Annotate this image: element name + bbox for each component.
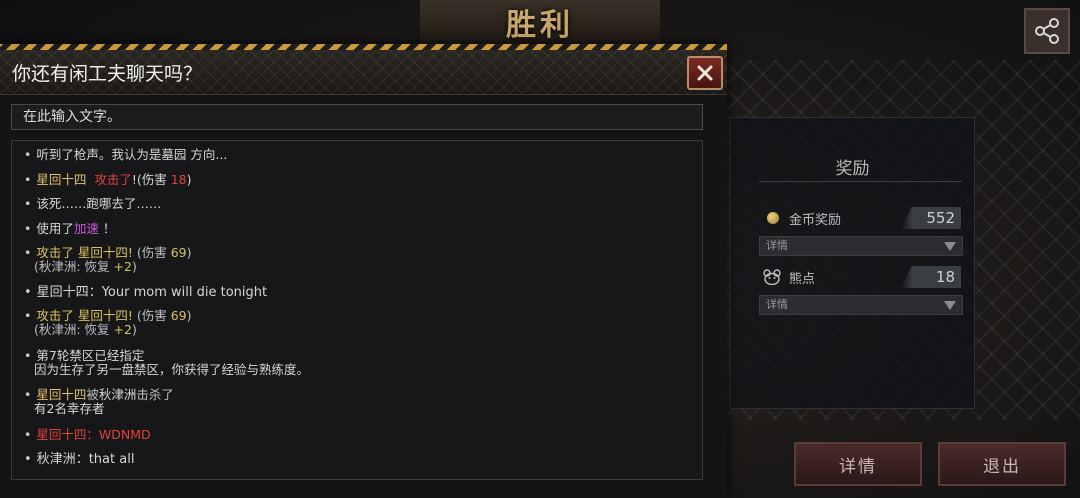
chat-message: • 听到了枪声。我认为是墓园 方向... [24,147,228,162]
victory-title: 胜利 [506,8,574,43]
details-button-label: 详情 [839,456,877,477]
coin-detail-label: 详情 [766,239,788,252]
chat-input[interactable] [11,104,703,130]
reward-divider [759,181,962,182]
chevron-down-icon [944,242,956,251]
chat-message: • 攻击了 星回十四! (伤害 69) (秋津洲: 恢复 +2) [24,308,192,337]
exit-button-label: 退出 [983,456,1021,477]
coin-reward-value: 552 [901,207,961,229]
coin-reward-row: 金币奖励 552 [759,207,961,229]
bear-point-row: 熊点 18 [759,266,961,288]
bear-icon [763,269,781,285]
chat-message: • 该死……跑哪去了…… [24,196,162,211]
chat-message: • 星回十四：WDNMD [24,427,151,442]
close-icon [697,65,713,81]
reward-panel: 奖励 金币奖励 552 详情 熊点 18 详情 [730,117,975,409]
chat-message: • 星回十四 攻击了!(伤害 18) [24,172,192,187]
victory-banner: 胜利 [420,0,660,46]
chat-dialog-header: 你还有闲工夫聊天吗？ [0,50,727,95]
chat-message: • 攻击了 星回十四! (伤害 69) (秋津洲: 恢复 +2) [24,245,192,274]
chevron-down-icon [944,301,956,310]
bear-detail-label: 详情 [766,298,788,311]
share-icon [1035,18,1059,44]
exit-button[interactable]: 退出 [938,442,1066,486]
details-button[interactable]: 详情 [794,442,922,486]
coin-detail-dropdown[interactable]: 详情 [759,236,963,256]
chat-log: • 听到了枪声。我认为是墓园 方向... • 星回十四 攻击了!(伤害 18) • 该… [11,140,703,480]
chat-message: • 第7轮禁区已经指定 因为生存了另一盘禁区，你获得了经验与熟练度。 [24,348,310,377]
chat-message: • 秋津洲：that all [24,452,135,467]
bear-point-value: 18 [901,266,961,288]
chat-dialog-title: 你还有闲工夫聊天吗？ [12,63,203,85]
chat-message: • 使用了加速 ！ [24,221,116,236]
chat-dialog: 你还有闲工夫聊天吗？ •听到了枪声。我认为是墓园 方向... •星回十四 攻击了… [0,44,727,498]
close-button[interactable] [687,56,723,90]
coin-reward-label: 金币奖励 [789,212,842,228]
bear-detail-dropdown[interactable]: 详情 [759,295,963,315]
share-button[interactable] [1024,8,1070,54]
reward-title: 奖励 [835,159,870,179]
coin-icon [767,212,779,224]
bear-point-label: 熊点 [789,271,816,287]
chat-message: • 星回十四：Your mom will die tonight [24,285,268,300]
chat-message: • 星回十四被秋津洲击杀了 有2名幸存者 [24,387,174,416]
